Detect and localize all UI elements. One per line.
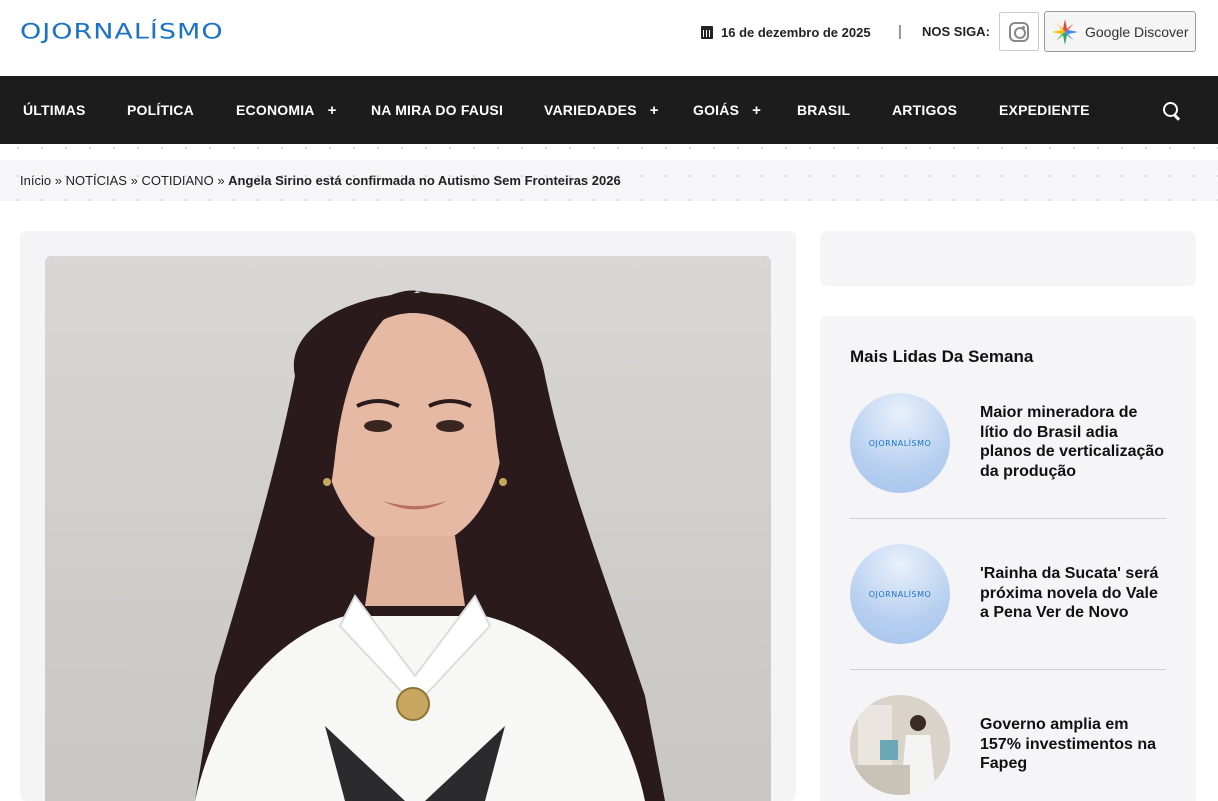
breadcrumb-noticias-link[interactable]: NOTÍCIAS (66, 173, 127, 188)
lab-photo (850, 695, 950, 795)
nav-label: BRASIL (797, 102, 851, 118)
nav-item-na-mira-do-fausi[interactable]: NA MIRA DO FAUSI (371, 76, 503, 144)
google-discover-label: Google Discover (1085, 23, 1189, 40)
breadcrumb-separator: » (54, 173, 62, 188)
nav-item-politica[interactable]: POLÍTICA (127, 76, 194, 144)
search-icon[interactable] (1163, 102, 1181, 120)
nav-label: ÚLTIMAS (23, 102, 86, 118)
current-date: 16 de dezembro de 2025 (701, 25, 871, 40)
nav-item-goias[interactable]: GOIÁS + (693, 76, 761, 144)
breadcrumb-cotidiano-link[interactable]: COTIDIANO (141, 173, 213, 188)
nav-label: ARTIGOS (892, 102, 958, 118)
nav-label: EXPEDIENTE (999, 102, 1090, 118)
plus-icon[interactable]: + (650, 102, 659, 119)
plus-icon[interactable]: + (328, 102, 337, 119)
follow-label: NOS SIGA: (922, 24, 990, 39)
breadcrumb-bar: Início » NOTÍCIAS » COTIDIANO » Angela S… (0, 160, 1218, 201)
item-thumbnail[interactable]: OJORNALÍSMO (850, 393, 950, 493)
site-header: OJORNALÍSMO 16 de dezembro de 2025 | NOS… (0, 0, 1218, 76)
nav-item-artigos[interactable]: ARTIGOS (892, 76, 957, 144)
breadcrumb-separator: » (130, 173, 138, 188)
item-title-link[interactable]: 'Rainha da Sucata' será próxima novela d… (980, 564, 1170, 623)
google-discover-button[interactable]: Google Discover (1044, 11, 1196, 52)
ad-placeholder (820, 231, 1196, 286)
most-read-title: Mais Lidas Da Semana (850, 347, 1034, 366)
nav-item-variedades[interactable]: VARIEDADES + (544, 76, 659, 144)
breadcrumb-current: Angela Sirino está confirmada no Autismo… (228, 173, 621, 188)
item-divider (850, 669, 1166, 670)
dotted-background (0, 144, 1218, 160)
item-divider (850, 518, 1166, 519)
instagram-icon (1009, 21, 1029, 42)
thumbnail-logo: OJORNALÍSMO (868, 589, 932, 599)
item-title-link[interactable]: Governo amplia em 157% investimentos na … (980, 715, 1170, 774)
item-title-link[interactable]: Maior mineradora de lítio do Brasil adia… (980, 403, 1170, 481)
nav-item-economia[interactable]: ECONOMIA + (236, 76, 337, 144)
nav-label: VARIEDADES (544, 102, 637, 118)
breadcrumb-home-link[interactable]: Início (20, 173, 51, 188)
nav-label: GOIÁS (693, 102, 740, 118)
breadcrumb: Início » NOTÍCIAS » COTIDIANO » Angela S… (20, 173, 621, 188)
calendar-icon (701, 26, 713, 39)
plus-icon[interactable]: + (752, 102, 761, 119)
nav-item-brasil[interactable]: BRASIL (797, 76, 850, 144)
item-thumbnail[interactable] (850, 695, 950, 795)
breadcrumb-separator: » (217, 173, 225, 188)
instagram-button[interactable] (999, 12, 1039, 51)
nav-label: ECONOMIA (236, 102, 315, 118)
nav-item-ultimas[interactable]: ÚLTIMAS (23, 76, 86, 144)
site-logo[interactable]: OJORNALÍSMO (20, 20, 224, 44)
nav-label: NA MIRA DO FAUSI (371, 102, 504, 118)
header-separator: | (898, 23, 902, 40)
nav-label: POLÍTICA (127, 102, 194, 118)
main-navigation: ÚLTIMAS POLÍTICA ECONOMIA + NA MIRA DO F… (0, 76, 1218, 144)
date-text: 16 de dezembro de 2025 (721, 25, 871, 40)
item-thumbnail[interactable]: OJORNALÍSMO (850, 544, 950, 644)
article-featured-image (45, 256, 771, 801)
thumbnail-logo: OJORNALÍSMO (868, 438, 932, 448)
google-discover-icon (1051, 18, 1079, 46)
nav-item-expediente[interactable]: EXPEDIENTE (999, 76, 1090, 144)
